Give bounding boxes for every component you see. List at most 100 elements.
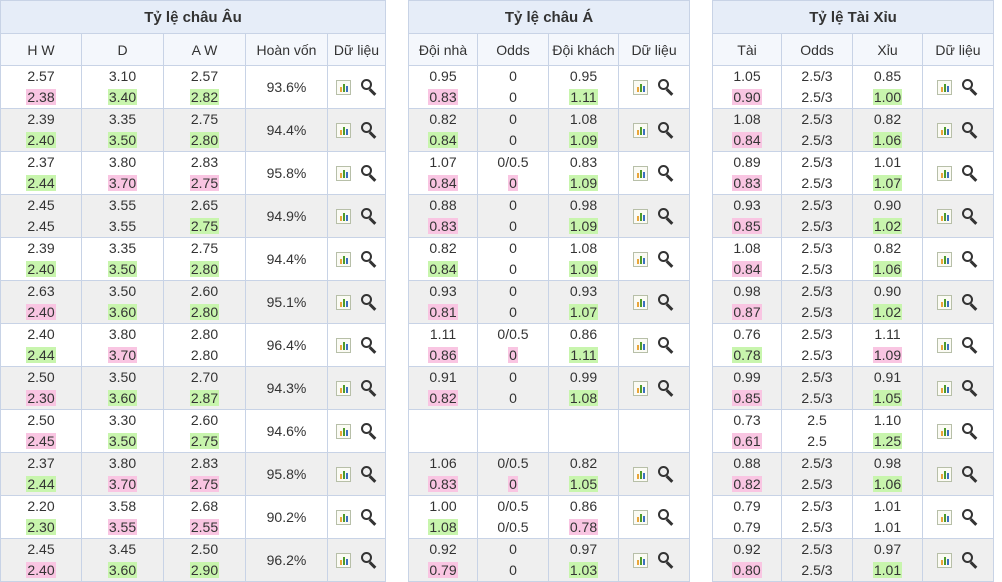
magnifier-icon[interactable] [360,293,378,312]
bar-chart-icon[interactable] [633,165,649,181]
magnifier-icon[interactable] [360,121,378,140]
away-team-odds: 0.97 1.03 [548,538,619,582]
home-team-odds-live: 0.86 [428,347,458,363]
under-odds-live: 1.00 [872,89,903,105]
bar-chart-icon[interactable] [633,466,649,482]
magnifier-icon[interactable] [657,508,675,527]
over-odds: 1.08 0.84 [712,108,782,152]
bar-chart-icon[interactable] [937,552,953,568]
table-row: 2.40 2.44 3.80 3.70 2.80 2.80 96.4% [0,323,387,367]
bar-chart-icon[interactable] [633,337,649,353]
bar-chart-icon[interactable] [335,380,351,396]
magnifier-icon[interactable] [657,551,675,570]
home-team-odds: 1.07 0.84 [408,151,478,195]
magnifier-icon[interactable] [360,379,378,398]
bar-chart-icon[interactable] [335,165,351,181]
bar-chart-icon[interactable] [335,423,351,439]
bar-chart-icon[interactable] [335,208,351,224]
away-team-odds-live: 0.78 [568,519,599,535]
over-odds: 0.98 0.87 [712,280,782,324]
magnifier-icon[interactable] [360,465,378,484]
draw-odds-open: 3.35 [108,111,137,127]
magnifier-icon[interactable] [657,379,675,398]
bar-chart-icon[interactable] [335,337,351,353]
handicap-line-live: 0 [509,261,517,277]
bar-chart-icon[interactable] [937,79,953,95]
away-team-odds: 0.93 1.07 [548,280,619,324]
table-row: 2.20 2.30 3.58 3.55 2.68 2.55 90.2% [0,495,387,539]
magnifier-icon[interactable] [657,465,675,484]
bar-chart-icon[interactable] [633,509,649,525]
home-win-odds-live: 2.40 [26,304,56,320]
away-team-odds-live: 1.09 [568,261,599,277]
bar-chart-icon[interactable] [937,122,953,138]
magnifier-icon[interactable] [360,508,378,527]
bar-chart-icon[interactable] [937,380,953,396]
handicap-line-open: 0/0.5 [497,154,529,170]
magnifier-icon[interactable] [657,121,675,140]
bar-chart-icon[interactable] [335,552,351,568]
magnifier-icon[interactable] [657,207,675,226]
bar-chart-icon[interactable] [937,208,953,224]
bar-chart-icon[interactable] [633,294,649,310]
bar-chart-icon[interactable] [937,251,953,267]
bar-chart-icon[interactable] [633,208,649,224]
away-win-odds-open: 2.65 [190,197,219,213]
return-rate: 94.4% [245,237,328,281]
bar-chart-icon[interactable] [937,509,953,525]
magnifier-icon[interactable] [657,250,675,269]
bar-chart-icon[interactable] [633,122,649,138]
under-odds: 1.01 1.01 [852,495,923,539]
magnifier-icon[interactable] [360,164,378,183]
magnifier-icon[interactable] [360,551,378,570]
bar-chart-icon[interactable] [335,466,351,482]
bar-chart-icon[interactable] [335,122,351,138]
bar-chart-icon[interactable] [335,79,351,95]
bar-chart-icon[interactable] [335,294,351,310]
magnifier-icon[interactable] [360,250,378,269]
under-odds-live: 1.02 [872,304,903,320]
magnifier-icon[interactable] [360,422,378,441]
bar-chart-icon[interactable] [937,294,953,310]
bar-chart-icon[interactable] [633,79,649,95]
data-links [921,280,995,324]
magnifier-icon[interactable] [961,508,979,527]
magnifier-icon[interactable] [961,422,979,441]
bar-chart-icon[interactable] [937,165,953,181]
magnifier-icon[interactable] [360,78,378,97]
handicap-line: 0/0.5 0 [477,151,549,195]
magnifier-icon[interactable] [961,336,979,355]
under-odds-open: 0.97 [873,541,902,557]
bar-chart-icon[interactable] [937,337,953,353]
bar-chart-icon[interactable] [633,552,649,568]
magnifier-icon[interactable] [961,293,979,312]
magnifier-icon[interactable] [360,207,378,226]
magnifier-icon[interactable] [961,207,979,226]
bar-chart-icon[interactable] [633,251,649,267]
table-row [408,409,691,453]
return-rate: 96.4% [245,323,328,367]
magnifier-icon[interactable] [961,121,979,140]
bar-chart-icon[interactable] [633,380,649,396]
magnifier-icon[interactable] [961,551,979,570]
draw-odds-open: 3.35 [108,240,137,256]
magnifier-icon[interactable] [657,293,675,312]
magnifier-icon[interactable] [961,78,979,97]
bar-chart-icon[interactable] [335,251,351,267]
magnifier-icon[interactable] [360,336,378,355]
magnifier-icon[interactable] [961,465,979,484]
magnifier-icon[interactable] [657,336,675,355]
magnifier-icon[interactable] [657,78,675,97]
magnifier-icon[interactable] [961,250,979,269]
bar-chart-icon[interactable] [937,466,953,482]
draw-odds: 3.80 3.70 [81,151,164,195]
bar-chart-icon[interactable] [937,423,953,439]
magnifier-icon[interactable] [657,164,675,183]
magnifier-icon[interactable] [961,379,979,398]
over-odds: 0.79 0.79 [712,495,782,539]
home-win-odds: 2.50 2.30 [0,366,82,410]
away-team-odds-open: 0.95 [569,68,598,84]
magnifier-icon[interactable] [961,164,979,183]
bar-chart-icon[interactable] [335,509,351,525]
over-odds: 0.93 0.85 [712,194,782,238]
